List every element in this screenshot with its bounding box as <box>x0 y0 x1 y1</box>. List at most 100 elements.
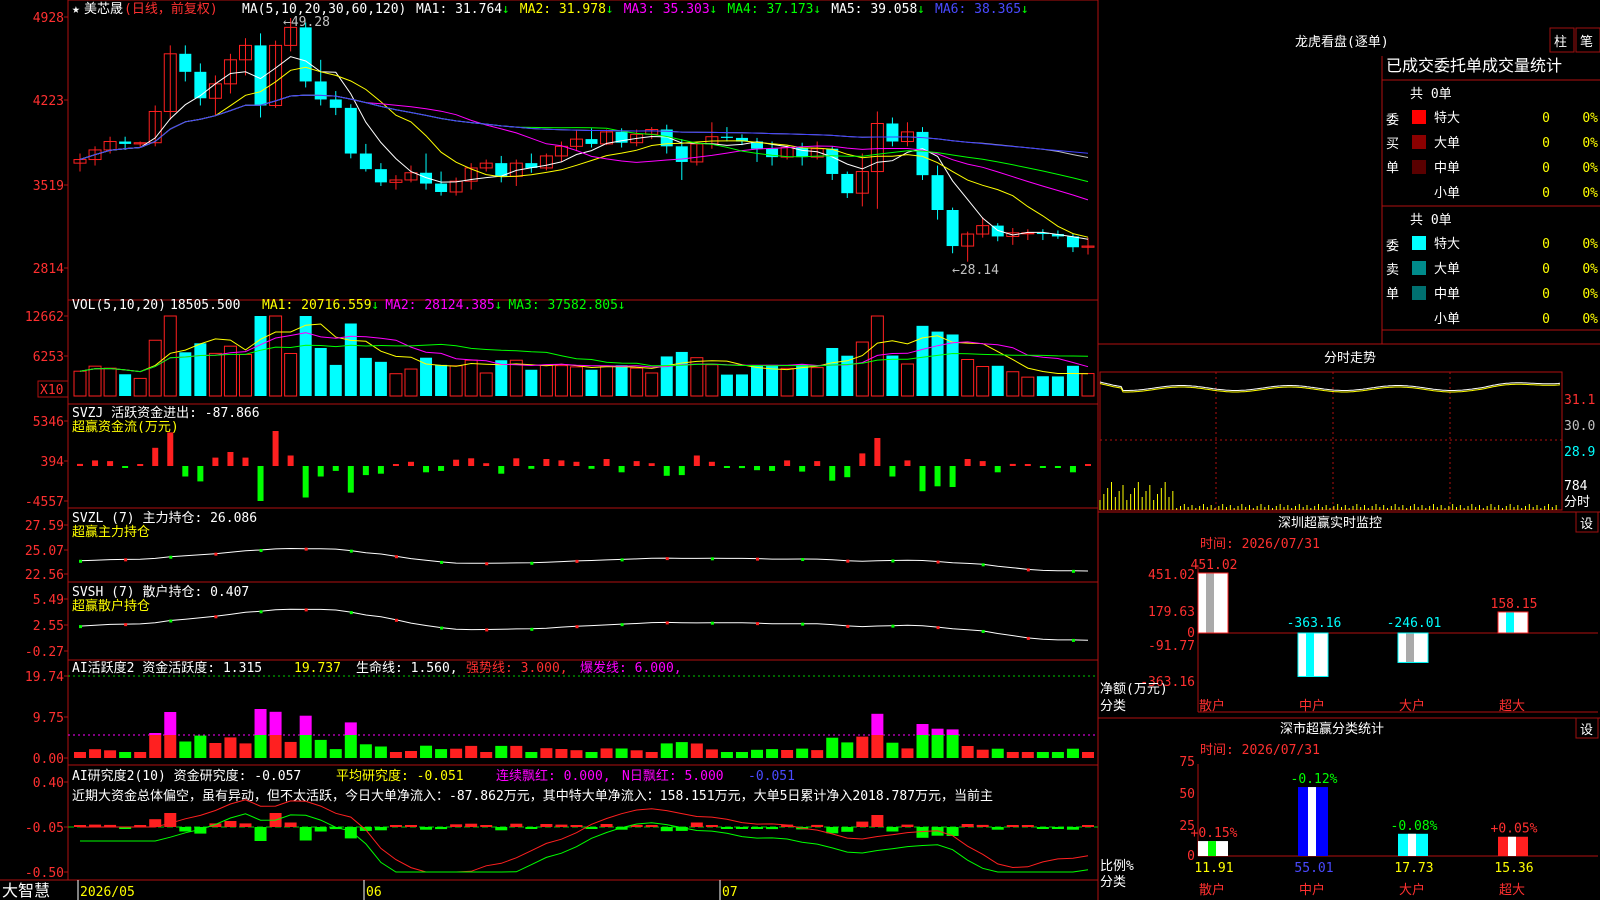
order-side-char: 单 <box>1386 287 1399 302</box>
volume-bar-up <box>73 370 87 397</box>
svzj-bars <box>77 431 1091 501</box>
ai-act-bar <box>570 750 583 758</box>
ma-arrow: ↓ <box>917 2 925 17</box>
svzl-line-tick <box>575 559 579 563</box>
svsh-line-tick <box>891 624 895 628</box>
panel-frames <box>0 0 1600 900</box>
volume-bar-down <box>119 374 132 396</box>
volume-bar-up <box>645 372 659 397</box>
ai-res-bar <box>344 827 357 839</box>
ai-res-bar <box>961 824 974 827</box>
candle-body-down <box>299 27 312 82</box>
y-tick-label: -4557 <box>25 495 64 510</box>
fs-frame <box>1099 371 1563 511</box>
ai-res-bar <box>645 825 658 827</box>
ai-act-bar <box>510 745 523 758</box>
order-total: 共 0单 <box>1410 87 1452 102</box>
ai-res-bar <box>480 825 493 827</box>
ai-res-yticks: 0.40 -0.05 -0.50 <box>25 776 68 881</box>
svsh-line-tick <box>394 618 398 622</box>
order-side-char: 买 <box>1386 137 1399 152</box>
ai-act-bar <box>134 752 147 758</box>
candle-body-down <box>1066 236 1079 248</box>
svzl-line-tick <box>665 557 669 561</box>
ai-res-bar <box>660 827 673 832</box>
vol-yticks: 12662 6253 <box>25 310 68 365</box>
ai-act-bar <box>224 737 237 758</box>
ai-act-v2: 19.737 <box>294 661 341 676</box>
svsh-line-tick <box>349 611 353 615</box>
svzj-bar <box>1054 466 1061 468</box>
svsh-subtitle: 超赢散户持仓 <box>72 598 150 614</box>
ma-value: MA6: 38.365 <box>935 2 1021 17</box>
volume-bar-up <box>133 377 147 397</box>
candle-body-down <box>194 71 207 99</box>
ai-act-bar <box>766 749 779 758</box>
svzj-bar <box>483 463 490 466</box>
vol-ma-arrow: ↓ <box>371 298 379 313</box>
svzj-bar <box>844 466 851 478</box>
volume-bar-up <box>690 357 704 397</box>
svzl-subtitle: 超赢主力持仓 <box>72 524 150 540</box>
svzj-bar <box>708 461 715 466</box>
ai-act-bar <box>164 735 177 758</box>
volume-bar-up <box>569 366 583 397</box>
volume-bar-down <box>1051 376 1064 396</box>
ai-res-bar <box>510 823 523 827</box>
svzl-line-tick <box>710 557 714 561</box>
ai-act-bar <box>751 749 764 758</box>
ma-arrow: ↓ <box>813 2 821 17</box>
research-line-red <box>80 799 1089 873</box>
ss-value: 55.01 <box>1294 861 1333 876</box>
ai-res-bar <box>540 824 553 827</box>
sz-value: 451.02 <box>1191 558 1238 573</box>
svsh-line-tick <box>304 608 308 612</box>
volume-bar-up <box>163 315 177 397</box>
ai-res-bar <box>585 827 598 829</box>
order-row-value: 0 <box>1542 287 1550 302</box>
ss-bar <box>1198 841 1228 856</box>
svzj-bar <box>949 466 956 487</box>
volume-bar-down <box>374 361 387 396</box>
ai-res-comment: 近期大资金总体偏空，虽有异动，但不太活跃，今日大单净流入：-87.862万元，其… <box>72 788 993 804</box>
candle-body-down <box>314 81 327 100</box>
ai-res-bar <box>1066 827 1079 830</box>
fs-title: 分时走势 <box>1324 350 1376 366</box>
ai-act-bar <box>104 750 117 758</box>
svzj-bar <box>287 455 294 466</box>
svzj-header: SVZJ 活跃资金进出: -87.866 <box>72 405 260 421</box>
ai-act-bar <box>555 749 568 758</box>
vol-ma-value: MA1: 20716.559 <box>262 298 372 313</box>
svzj-bar <box>904 460 911 466</box>
ss-bar <box>1498 836 1528 856</box>
sz-ytick: 179.63 <box>1148 605 1195 620</box>
order-color-swatch <box>1412 236 1426 250</box>
ai-res-bar <box>179 827 192 832</box>
volume-bar-down <box>495 360 508 396</box>
sz-monitor-chart: 451.02179.630-91.77-363.16净额(万元)分类451.02… <box>1100 558 1598 714</box>
volume-bar-up <box>479 372 493 397</box>
ss-bar-shade <box>1408 833 1416 856</box>
svzj-bar <box>1009 463 1016 466</box>
ai-res-bar <box>991 827 1004 830</box>
svzj-bar <box>317 466 324 477</box>
y-tick-label: 2814 <box>33 262 64 277</box>
ai-act-bar <box>705 749 718 758</box>
order-color-swatch <box>1412 110 1426 124</box>
ai-act-bars <box>68 675 1098 758</box>
ai-res-bar <box>976 824 989 827</box>
svzl-line-path <box>79 547 1089 572</box>
volume-bar-down <box>314 347 327 396</box>
y-tick-label: 394 <box>41 455 65 470</box>
svzj-bar <box>302 466 309 498</box>
svzj-bar <box>814 461 821 466</box>
ai-res-bar <box>1036 827 1049 829</box>
ai-res-bar <box>856 821 869 827</box>
ai-act-bar <box>420 745 433 758</box>
ai-act-v4: 强势线: 3.000, <box>466 660 568 676</box>
brand-logo: 大智慧 <box>2 881 50 900</box>
ai-act-bar <box>149 735 162 758</box>
ai-act-v3: 生命线: 1.560, <box>356 660 458 676</box>
order-row-value: 0 <box>1542 237 1550 252</box>
ai-act-bar <box>720 752 733 758</box>
